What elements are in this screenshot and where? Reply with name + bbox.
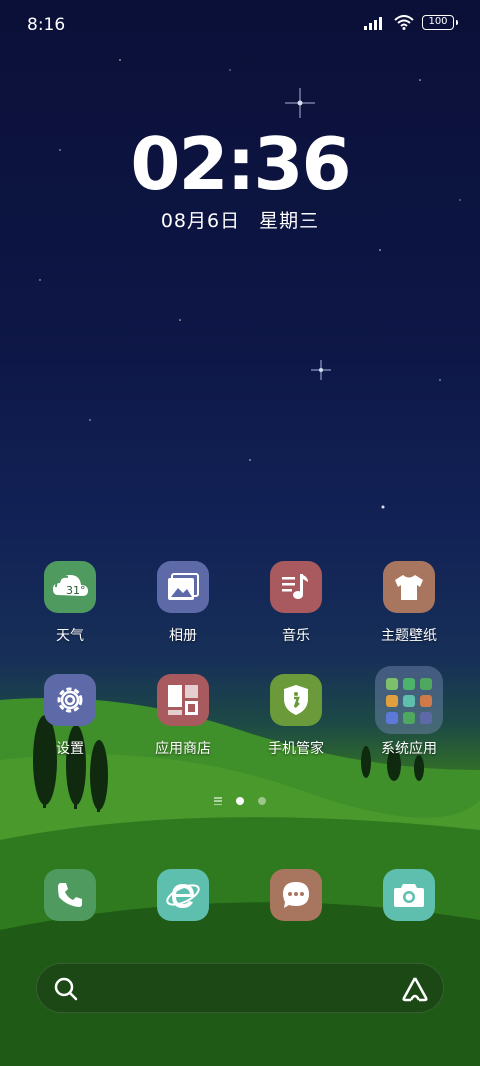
mini-app-icon [420, 695, 432, 707]
app-security[interactable]: 手机管家 [251, 674, 341, 758]
camera-icon [383, 869, 435, 921]
app-label: 天气 [56, 628, 84, 644]
app-label: 系统应用 [381, 741, 437, 757]
mini-app-icon [420, 678, 432, 690]
app-label: 应用商店 [155, 741, 211, 757]
phone-icon [44, 869, 96, 921]
status-bar: 8:16 100 [0, 0, 480, 50]
weekday-text: 星期三 [259, 210, 320, 232]
folder-icon [375, 666, 443, 734]
mini-app-icon [403, 712, 415, 724]
dock-messages[interactable] [251, 869, 341, 921]
theme-icon [383, 561, 435, 613]
app-weather[interactable]: 31° 天气 [25, 561, 115, 645]
music-icon [270, 561, 322, 613]
app-settings[interactable]: 设置 [25, 674, 115, 758]
dock-browser[interactable] [138, 869, 228, 921]
app-label: 手机管家 [268, 741, 324, 757]
weather-icon: 31° [44, 561, 96, 613]
mini-app-icon [403, 695, 415, 707]
menu-lines-icon [214, 797, 222, 805]
wifi-icon [394, 15, 414, 30]
page-dot [258, 797, 266, 805]
app-store[interactable]: 应用商店 [138, 674, 228, 758]
home-clock[interactable]: 02:36 [0, 122, 480, 206]
app-system-folder[interactable]: 系统应用 [364, 666, 454, 758]
page-dot-active [236, 797, 244, 805]
weather-temp: 31° [66, 584, 86, 597]
home-date: 08月6日 星期三 [0, 206, 480, 233]
messages-icon [270, 869, 322, 921]
dock-camera[interactable] [364, 869, 454, 921]
assistant-icon[interactable] [401, 975, 429, 1003]
app-gallery[interactable]: 相册 [138, 561, 228, 645]
app-music[interactable]: 音乐 [251, 561, 341, 645]
date-text: 08月6日 [160, 210, 241, 232]
search-bar[interactable] [36, 963, 444, 1013]
gallery-icon [157, 561, 209, 613]
battery-icon: 100 [422, 15, 458, 30]
app-label: 设置 [56, 741, 84, 757]
app-label: 相册 [169, 628, 197, 644]
search-icon [54, 977, 78, 1001]
browser-icon [157, 869, 209, 921]
app-label: 主题壁纸 [381, 628, 437, 644]
app-themes[interactable]: 主题壁纸 [364, 561, 454, 645]
status-time: 8:16 [27, 15, 66, 35]
mini-app-icon [386, 678, 398, 690]
mini-app-icon [420, 712, 432, 724]
app-store-icon [157, 674, 209, 726]
mini-app-icon [403, 678, 415, 690]
signal-icon [364, 16, 382, 30]
mini-app-icon [386, 695, 398, 707]
dock-phone[interactable] [25, 869, 115, 921]
mini-app-icon [386, 712, 398, 724]
status-icons: 100 [364, 15, 458, 30]
settings-icon [44, 674, 96, 726]
page-indicator[interactable] [0, 797, 480, 805]
security-icon [270, 674, 322, 726]
app-label: 音乐 [282, 628, 310, 644]
